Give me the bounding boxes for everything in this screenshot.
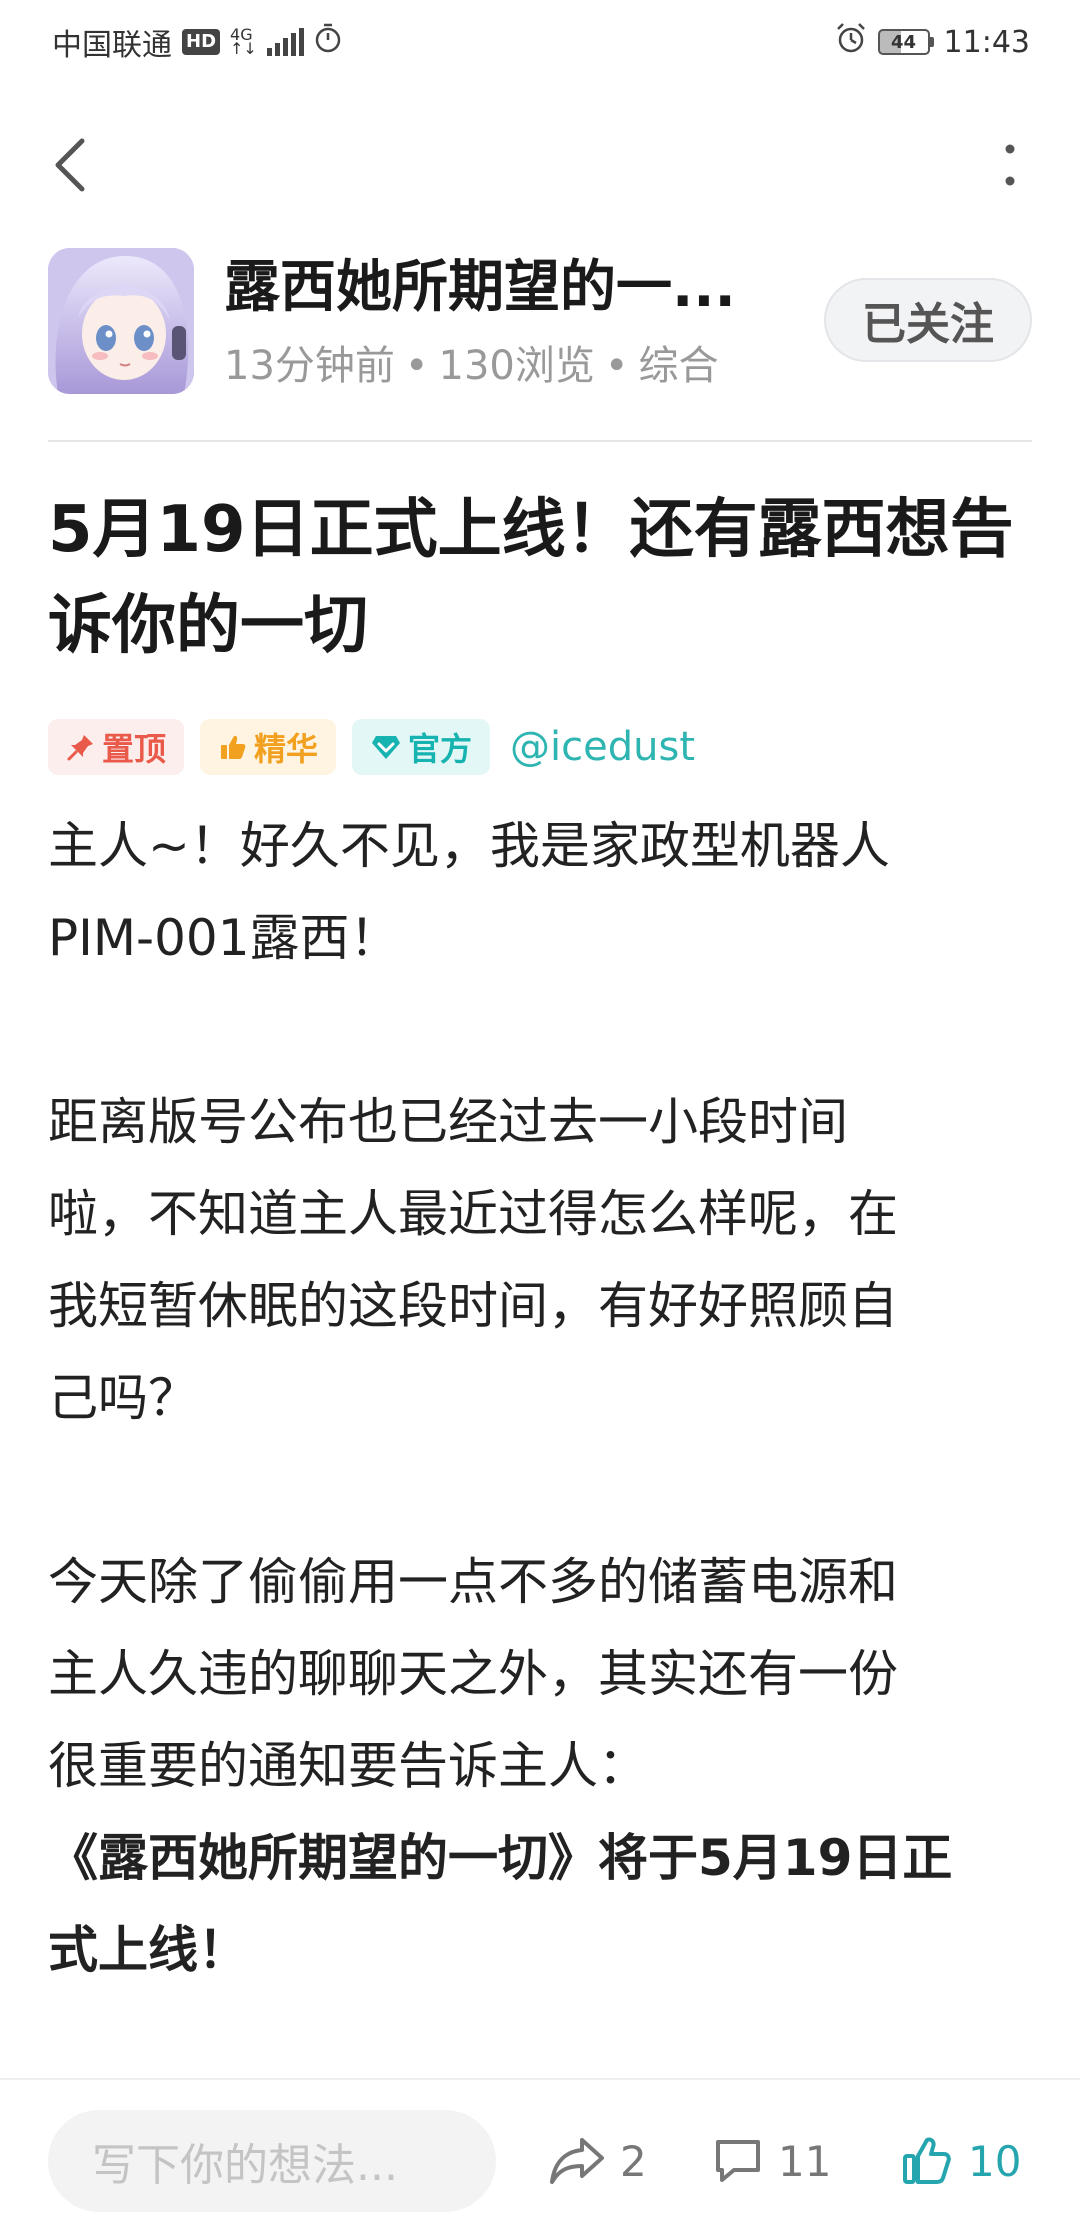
featured-tag-label: 精华 — [254, 730, 319, 768]
signal-strength-icon — [266, 28, 304, 56]
share-button[interactable]: 2 — [548, 2128, 647, 2194]
carrier-name: 中国联通 — [52, 28, 172, 63]
hd-badge: HD — [182, 29, 221, 55]
body-line: PIM-001露西！ — [48, 909, 400, 967]
thumbs-up-icon — [221, 735, 246, 759]
status-bar: 中国联通 HD 4G ↑↓ 44 11:43 — [0, 0, 1080, 84]
post-time: 13分钟前 — [224, 343, 395, 389]
featured-tag: 精华 — [200, 719, 337, 775]
meta-separator: • — [404, 343, 429, 389]
body-line: 很重要的通知要告诉主人： — [48, 1737, 648, 1795]
body-line: 主人久违的聊聊天之外，其实还有一份 — [48, 1645, 898, 1703]
post-category[interactable]: 综合 — [638, 343, 718, 389]
clock-time: 11:43 — [943, 24, 1030, 60]
nav-bar — [0, 110, 1080, 220]
view-count: 130浏览 — [438, 343, 595, 389]
stopwatch-icon — [314, 23, 342, 61]
body-line: 今天除了偷偷用一点不多的储蓄电源和 — [48, 1553, 898, 1611]
avatar[interactable] — [48, 248, 194, 394]
like-button[interactable]: 10 — [900, 2128, 1021, 2194]
status-left: 中国联通 HD 4G ↑↓ — [52, 20, 342, 64]
comment-count: 11 — [778, 2136, 832, 2186]
like-count: 10 — [968, 2136, 1022, 2186]
official-tag: 官方 — [352, 719, 491, 775]
pin-icon — [67, 735, 93, 761]
body-line-highlight: 式上线！ — [48, 1921, 248, 1979]
avatar-illustration — [48, 248, 194, 394]
comment-button[interactable]: 11 — [712, 2128, 831, 2194]
meta-separator: • — [604, 343, 629, 389]
chevron-left-icon — [55, 138, 85, 192]
network-activity: ↑↓ — [230, 39, 257, 58]
bottom-action-bar: 写下你的想法... 2 11 10 — [0, 2078, 1080, 2240]
official-tag-label: 官方 — [408, 730, 473, 768]
pinned-tag-label: 置顶 — [102, 730, 167, 768]
more-vertical-icon — [1005, 144, 1015, 186]
share-icon — [550, 2138, 604, 2184]
battery-level: 44 — [877, 29, 930, 55]
network-type-indicator: 4G ↑↓ — [230, 27, 257, 58]
article-title: 5月19日正式上线！还有露西想告诉你的一切 — [48, 493, 1014, 663]
post-meta: 13分钟前 • 130浏览 • 综合 — [224, 340, 718, 392]
author-header: 露西她所期望的一... 13分钟前 • 130浏览 • 综合 已关注 — [48, 248, 1032, 396]
tag-row: 置顶 精华 官方 @icedust — [48, 718, 695, 776]
body-line: 己吗？ — [48, 1369, 198, 1427]
body-line: 距离版号公布也已经过去一小段时间 — [48, 1093, 848, 1151]
body-line: 啦，不知道主人最近过得怎么样呢，在 — [48, 1185, 898, 1243]
pinned-tag: 置顶 — [48, 719, 185, 775]
comment-icon — [716, 2140, 760, 2182]
thumbs-up-icon — [903, 2137, 951, 2184]
follow-button[interactable]: 已关注 — [824, 278, 1032, 362]
article-body: 主人~！好久不见，我是家政型机器人 PIM-001露西！ 距离版号公布也已经过去… — [48, 800, 1038, 1996]
body-line: 我短暂休眠的这段时间，有好好照顾自 — [48, 1277, 898, 1335]
back-button[interactable] — [40, 135, 100, 195]
header-divider — [48, 440, 1032, 442]
author-name[interactable]: 露西她所期望的一... — [224, 252, 784, 324]
status-right: 44 11:43 — [834, 21, 1030, 63]
comment-input[interactable]: 写下你的想法... — [48, 2110, 496, 2212]
battery-icon: 44 — [877, 29, 934, 55]
diamond-icon — [372, 736, 401, 759]
user-mention-link[interactable]: @icedust — [510, 724, 695, 770]
more-options-button[interactable] — [980, 135, 1040, 195]
alarm-icon — [834, 21, 868, 63]
body-line-highlight: 《露西她所期望的一切》将于5月19日正 — [48, 1829, 953, 1887]
body-line: 主人~！好久不见，我是家政型机器人 — [48, 817, 890, 875]
share-count: 2 — [620, 2136, 647, 2186]
